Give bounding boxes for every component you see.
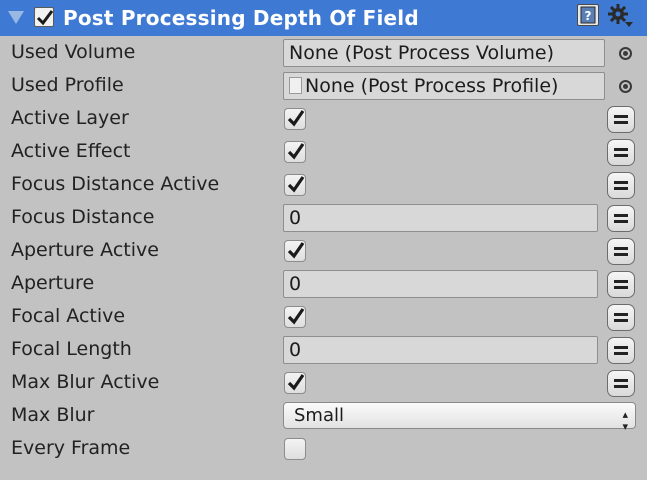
checkmark-icon — [287, 143, 305, 160]
inspector-panel: Post Processing Depth Of Field ? Used Vo… — [0, 0, 647, 480]
aperture-label: Aperture — [11, 272, 95, 294]
binding-menu-icon[interactable] — [607, 337, 635, 364]
active-effect-label: Active Effect — [11, 140, 131, 162]
row-aperture: Aperture 0 — [0, 268, 647, 301]
checkmark-icon — [287, 374, 305, 391]
row-focus-distance-active: Focus Distance Active — [0, 169, 647, 202]
row-focal-active: Focal Active — [0, 301, 647, 334]
used-volume-value: None (Post Process Volume) — [289, 42, 555, 64]
svg-text:?: ? — [585, 9, 592, 23]
active-layer-label: Active Layer — [11, 107, 129, 129]
checkmark-icon — [36, 10, 54, 26]
checkmark-icon — [287, 110, 305, 127]
binding-menu-icon[interactable] — [607, 238, 635, 265]
max-blur-active-label: Max Blur Active — [11, 371, 160, 393]
document-icon — [289, 76, 302, 94]
focal-length-input[interactable]: 0 — [283, 336, 598, 364]
binding-menu-icon[interactable] — [607, 139, 635, 166]
focal-active-label: Focal Active — [11, 305, 126, 327]
binding-menu-icon[interactable] — [607, 271, 635, 298]
active-layer-checkbox[interactable] — [284, 108, 306, 130]
used-profile-value: None (Post Process Profile) — [305, 75, 559, 97]
row-used-volume: Used Volume None (Post Process Volume) — [0, 37, 647, 70]
row-focal-length: Focal Length 0 — [0, 334, 647, 367]
component-header[interactable]: Post Processing Depth Of Field ? — [0, 0, 647, 36]
binding-menu-icon[interactable] — [607, 205, 635, 232]
aperture-input[interactable]: 0 — [283, 270, 598, 298]
max-blur-dropdown[interactable]: Small ▴ ▾ — [283, 402, 636, 433]
focal-length-label: Focal Length — [11, 338, 132, 360]
row-max-blur: Max Blur Small ▴ ▾ — [0, 400, 647, 433]
row-focus-distance: Focus Distance 0 — [0, 202, 647, 235]
max-blur-selected-value: Small — [294, 405, 344, 426]
checkmark-icon — [287, 242, 305, 259]
binding-menu-icon[interactable] — [607, 304, 635, 331]
binding-menu-icon[interactable] — [607, 370, 635, 397]
max-blur-label: Max Blur — [11, 404, 95, 426]
component-enabled-checkbox[interactable] — [34, 7, 54, 27]
focus-distance-active-label: Focus Distance Active — [11, 173, 220, 195]
aperture-active-label: Aperture Active — [11, 239, 159, 261]
used-volume-field[interactable]: None (Post Process Volume) — [283, 39, 605, 67]
row-max-blur-active: Max Blur Active — [0, 367, 647, 400]
object-picker-icon[interactable] — [619, 47, 632, 60]
row-active-layer: Active Layer — [0, 103, 647, 136]
up-down-arrows-icon: ▴ ▾ — [622, 408, 628, 433]
object-picker-icon[interactable] — [619, 80, 632, 93]
active-effect-checkbox[interactable] — [284, 141, 306, 163]
used-profile-label: Used Profile — [11, 74, 124, 96]
focus-distance-input[interactable]: 0 — [283, 204, 598, 232]
binding-menu-icon[interactable] — [607, 106, 635, 133]
binding-menu-icon[interactable] — [607, 172, 635, 199]
every-frame-label: Every Frame — [11, 437, 131, 459]
focal-active-checkbox[interactable] — [284, 306, 306, 328]
used-volume-label: Used Volume — [11, 41, 136, 63]
help-book-icon[interactable]: ? — [577, 4, 599, 26]
checkmark-icon — [287, 308, 305, 325]
row-every-frame: Every Frame — [0, 433, 647, 466]
component-title: Post Processing Depth Of Field — [63, 6, 419, 30]
every-frame-checkbox[interactable] — [284, 438, 306, 460]
row-aperture-active: Aperture Active — [0, 235, 647, 268]
row-used-profile: Used Profile None (Post Process Profile) — [0, 70, 647, 103]
checkmark-icon — [287, 176, 305, 193]
max-blur-active-checkbox[interactable] — [284, 372, 306, 394]
focus-distance-label: Focus Distance — [11, 206, 155, 228]
aperture-active-checkbox[interactable] — [284, 240, 306, 262]
focus-distance-active-checkbox[interactable] — [284, 174, 306, 196]
used-profile-field[interactable]: None (Post Process Profile) — [283, 72, 605, 100]
foldout-arrow-icon[interactable] — [8, 11, 24, 24]
gear-icon[interactable] — [606, 2, 634, 28]
row-active-effect: Active Effect — [0, 136, 647, 169]
